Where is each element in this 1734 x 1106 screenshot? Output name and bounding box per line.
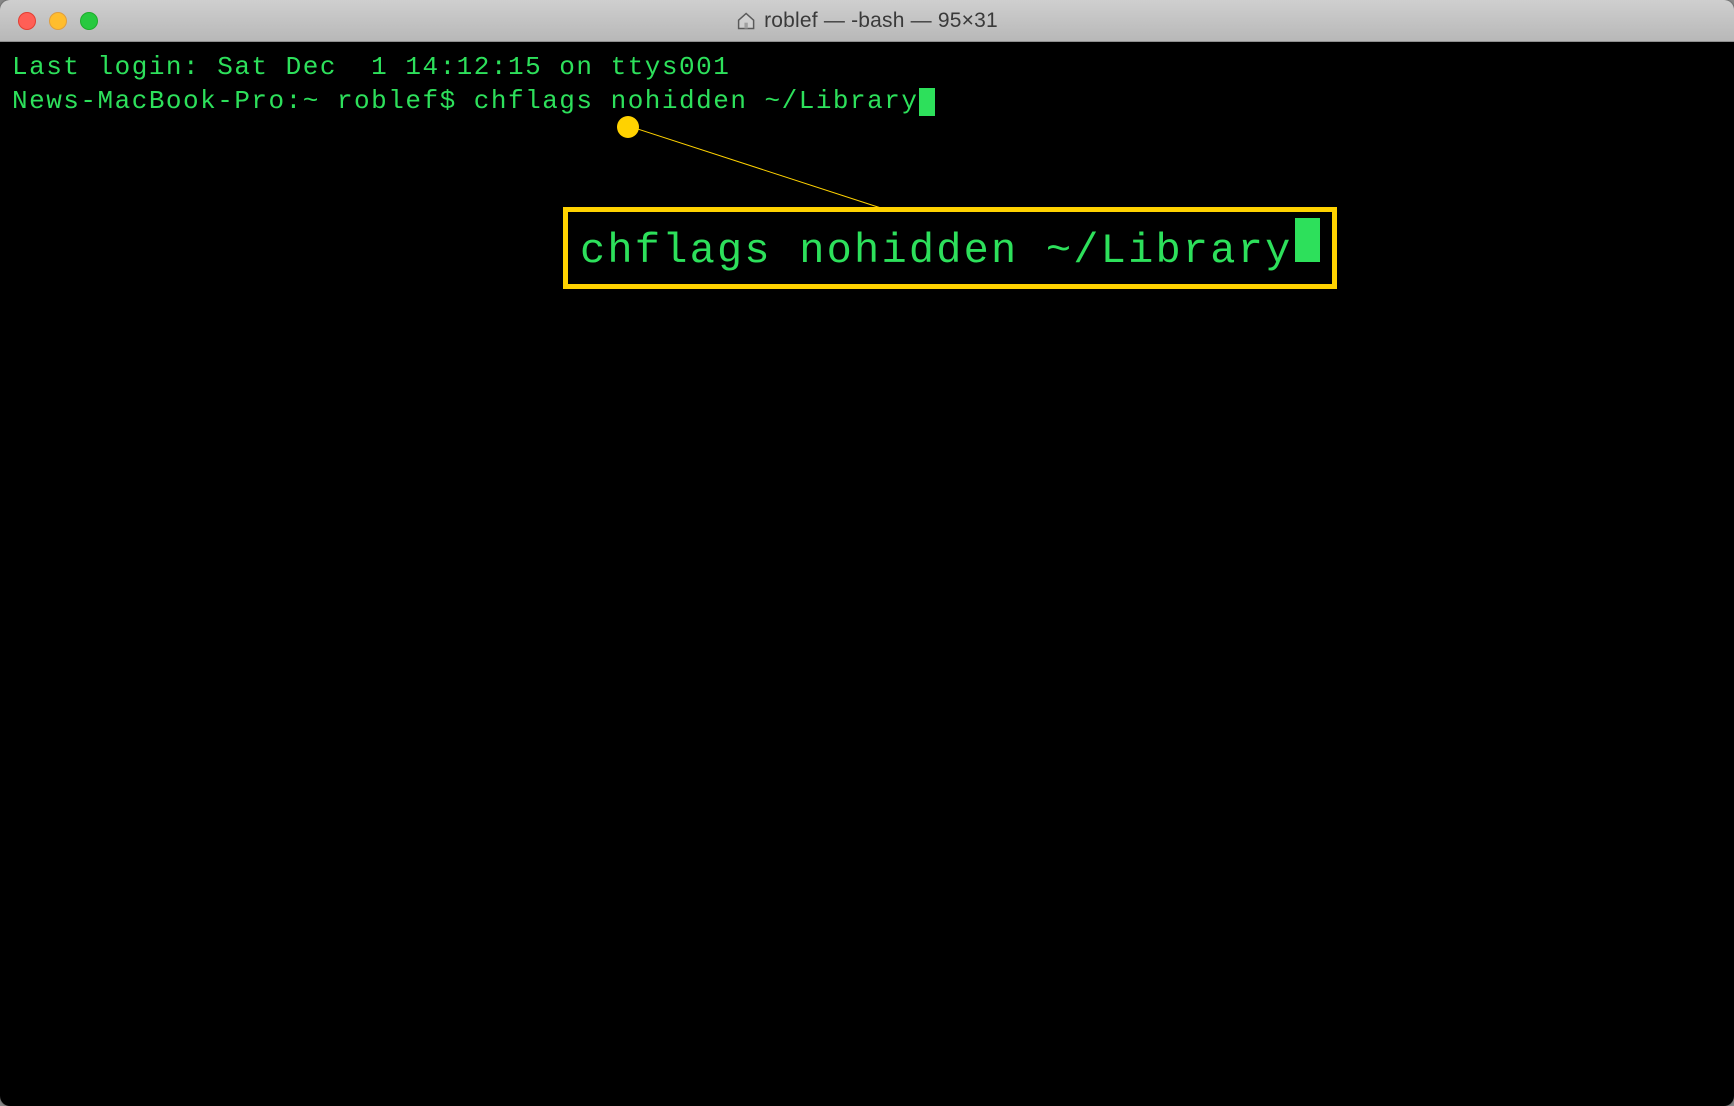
callout-magnifier: chflags nohidden ~/Library (563, 207, 1337, 289)
window-title-wrap: roblef — -bash — 95×31 (736, 9, 998, 33)
callout-text: chflags nohidden ~/Library (580, 228, 1293, 284)
maximize-button[interactable] (80, 12, 98, 30)
cursor-icon (919, 88, 935, 116)
window-titlebar[interactable]: roblef — -bash — 95×31 (0, 0, 1734, 42)
callout-cursor-icon (1295, 218, 1320, 262)
last-login-line: Last login: Sat Dec 1 14:12:15 on ttys00… (12, 50, 1722, 84)
window-title: roblef — -bash — 95×31 (764, 9, 998, 33)
command-text: chflags nohidden ~/Library (474, 86, 919, 116)
home-icon (736, 11, 756, 31)
minimize-button[interactable] (49, 12, 67, 30)
terminal-body[interactable]: Last login: Sat Dec 1 14:12:15 on ttys00… (0, 42, 1734, 1106)
prompt-line: News-MacBook-Pro:~ roblef$ chflags nohid… (12, 84, 1722, 118)
prompt-text: News-MacBook-Pro:~ roblef$ (12, 86, 474, 116)
terminal-window: roblef — -bash — 95×31 Last login: Sat D… (0, 0, 1734, 1106)
close-button[interactable] (18, 12, 36, 30)
window-controls (18, 12, 98, 30)
